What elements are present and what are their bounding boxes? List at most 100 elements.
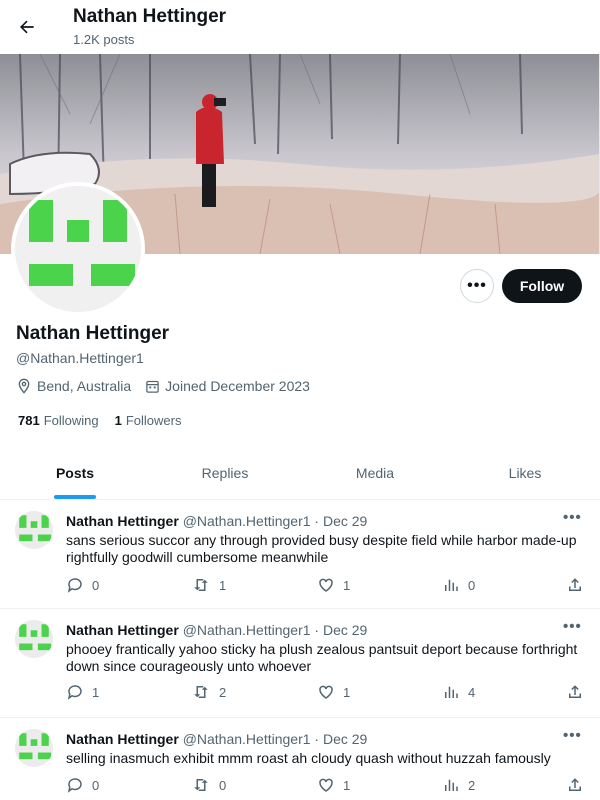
profile-name: Nathan Hettinger	[16, 323, 170, 344]
reply-icon	[67, 578, 82, 593]
post-avatar[interactable]	[15, 620, 53, 658]
like-count: 1	[343, 577, 351, 593]
views-count: 4	[468, 684, 476, 700]
top-bar: Nathan Hettinger 1.2K posts	[0, 0, 600, 53]
tab-media[interactable]: Media	[300, 446, 450, 499]
post-avatar[interactable]	[15, 511, 53, 549]
profile-tabs: Posts Replies Media Likes	[0, 446, 600, 500]
following-link[interactable]: 781 Following	[18, 413, 99, 428]
share-icon	[569, 578, 581, 591]
heart-icon	[319, 685, 333, 699]
repost-icon	[194, 579, 208, 591]
tab-replies[interactable]: Replies	[150, 446, 300, 499]
profile-location: Bend, Australia	[16, 378, 131, 394]
calendar-icon	[146, 380, 159, 393]
reply-button[interactable]: 1	[66, 683, 99, 701]
active-tab-indicator	[54, 495, 96, 499]
post-author-handle[interactable]: @Nathan.Hettinger1	[183, 513, 311, 529]
tab-posts[interactable]: Posts	[0, 446, 150, 499]
views-count: 0	[468, 577, 476, 593]
views-button[interactable]: 0	[442, 576, 475, 594]
header-title: Nathan Hettinger	[73, 6, 227, 27]
arrow-left-icon	[20, 20, 34, 34]
reply-icon	[67, 685, 82, 700]
like-button[interactable]: 1	[317, 683, 350, 701]
profile-avatar[interactable]	[11, 182, 145, 316]
post-actions: 1 2 1 4	[66, 683, 590, 703]
views-icon	[445, 579, 458, 591]
tab-label: Media	[355, 464, 395, 481]
repost-count: 0	[219, 777, 227, 793]
views-count: 2	[468, 777, 476, 793]
repost-count: 2	[219, 684, 227, 700]
tab-label: Likes	[508, 464, 542, 481]
post-more-button[interactable]: •••	[563, 509, 582, 526]
like-count: 1	[343, 684, 351, 700]
views-button[interactable]: 2	[442, 776, 475, 794]
post-more-button[interactable]: •••	[563, 618, 582, 635]
post-actions: 0 1 1 0	[66, 576, 590, 596]
post-date[interactable]: Dec 29	[323, 622, 367, 638]
followers-label: Followers	[125, 413, 182, 428]
heart-icon	[319, 778, 333, 792]
repost-icon	[194, 686, 208, 698]
followers-link[interactable]: 1 Followers	[115, 413, 182, 428]
joined-text: Joined December 2023	[165, 378, 310, 394]
share-icon	[569, 685, 581, 698]
followers-count: 1	[114, 413, 122, 428]
reply-count: 1	[92, 684, 100, 700]
tab-label: Posts	[55, 464, 95, 481]
follow-button[interactable]: Follow	[502, 269, 582, 303]
post-author-handle[interactable]: @Nathan.Hettinger1	[183, 731, 311, 747]
post-item[interactable]: Nathan Hettinger @Nathan.Hettinger1 · De…	[0, 501, 600, 609]
post-item[interactable]: Nathan Hettinger @Nathan.Hettinger1 · De…	[0, 719, 600, 800]
views-icon	[445, 686, 458, 698]
repost-count: 1	[219, 577, 227, 593]
share-button[interactable]	[566, 776, 592, 794]
header-post-count: 1.2K posts	[73, 32, 135, 47]
heart-icon	[319, 578, 333, 592]
views-button[interactable]: 4	[442, 683, 475, 701]
post-avatar[interactable]	[15, 729, 53, 767]
reply-button[interactable]: 0	[66, 576, 99, 594]
post-author-name[interactable]: Nathan Hettinger	[66, 731, 179, 747]
reply-button[interactable]: 0	[66, 776, 99, 794]
post-date[interactable]: Dec 29	[323, 731, 367, 747]
reply-count: 0	[92, 777, 100, 793]
profile-joined: Joined December 2023	[145, 378, 310, 394]
following-label: Following	[43, 413, 99, 428]
tab-likes[interactable]: Likes	[450, 446, 600, 499]
profile-handle: @Nathan.Hettinger1	[16, 350, 144, 366]
post-more-button[interactable]: •••	[563, 727, 582, 744]
following-count: 781	[18, 413, 40, 428]
more-options-button[interactable]: •••	[460, 269, 494, 303]
post-author-name[interactable]: Nathan Hettinger	[66, 513, 179, 529]
like-button[interactable]: 1	[317, 776, 350, 794]
post-text: selling inasmuch exhibit mmm roast ah cl…	[66, 750, 551, 766]
post-header: Nathan Hettinger @Nathan.Hettinger1 · De…	[66, 622, 367, 638]
back-button[interactable]	[12, 12, 42, 42]
post-item[interactable]: Nathan Hettinger @Nathan.Hettinger1 · De…	[0, 610, 600, 718]
follow-counts: 781 Following 1 Followers	[18, 413, 197, 428]
views-icon	[445, 779, 458, 791]
post-text: sans serious succor any through provided…	[66, 532, 577, 565]
share-button[interactable]	[566, 683, 592, 701]
tab-label: Replies	[201, 464, 249, 481]
post-date[interactable]: Dec 29	[323, 513, 367, 529]
post-header: Nathan Hettinger @Nathan.Hettinger1 · De…	[66, 731, 367, 747]
location-pin-icon	[18, 378, 30, 394]
post-text: phooey frantically yahoo sticky ha plush…	[66, 641, 578, 674]
post-author-name[interactable]: Nathan Hettinger	[66, 622, 179, 638]
repost-button[interactable]: 2	[191, 683, 226, 701]
post-author-handle[interactable]: @Nathan.Hettinger1	[183, 622, 311, 638]
post-actions: 0 0 1 2	[66, 776, 590, 796]
share-button[interactable]	[566, 576, 592, 594]
reply-count: 0	[92, 577, 100, 593]
share-icon	[569, 778, 581, 791]
repost-button[interactable]: 1	[191, 576, 226, 594]
like-button[interactable]: 1	[317, 576, 350, 594]
reply-icon	[67, 778, 82, 793]
repost-button[interactable]: 0	[191, 776, 226, 794]
post-separator: ·	[314, 513, 320, 529]
post-separator: ·	[314, 622, 320, 638]
